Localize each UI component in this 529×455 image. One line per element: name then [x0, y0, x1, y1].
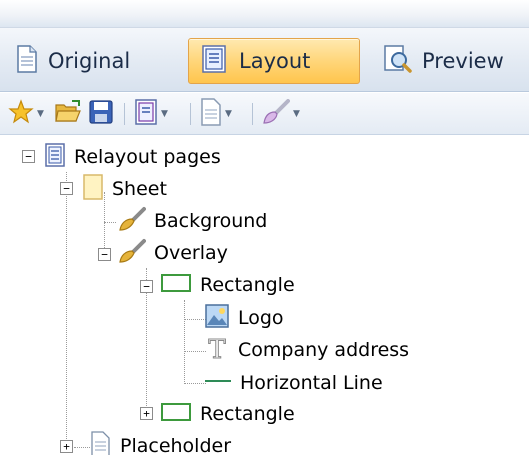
- tab-original[interactable]: Original: [4, 38, 172, 84]
- brush-icon: [118, 206, 146, 237]
- layout-icon: [201, 44, 229, 79]
- collapse-toggle[interactable]: −: [22, 150, 35, 163]
- page-layout-dropdown-icon[interactable]: ▼: [161, 109, 168, 119]
- favorites-dropdown-icon[interactable]: ▼: [37, 109, 44, 119]
- expand-toggle[interactable]: +: [60, 440, 73, 453]
- line-icon: [204, 371, 232, 396]
- tree-node-label: Rectangle: [200, 274, 295, 296]
- tree-node-relayout-pages[interactable]: Relayout pages: [44, 141, 221, 173]
- page-icon: [90, 430, 112, 455]
- text-icon: T: [204, 334, 230, 367]
- brush-dropdown-icon[interactable]: ▼: [293, 109, 300, 119]
- tree-connector: [184, 383, 206, 384]
- star-icon: [8, 99, 34, 129]
- expand-toggle[interactable]: +: [140, 407, 153, 420]
- tree-node-overlay[interactable]: Overlay: [118, 237, 228, 269]
- toolbar: ▼ ▼ ▼ ▼: [0, 93, 529, 135]
- toolbar-separator: [252, 103, 253, 125]
- top-strip: [0, 0, 529, 28]
- favorites-button[interactable]: ▼: [8, 99, 44, 129]
- open-button[interactable]: [54, 99, 82, 129]
- save-button[interactable]: [88, 99, 114, 129]
- tab-preview[interactable]: Preview: [370, 38, 520, 84]
- tree-connector: [66, 172, 67, 447]
- tab-layout-label: Layout: [239, 49, 311, 73]
- rectangle-icon: [160, 401, 192, 428]
- toolbar-separator: [124, 103, 125, 125]
- tree-node-label: Logo: [238, 307, 284, 329]
- collapse-toggle[interactable]: −: [98, 248, 111, 261]
- svg-text:T: T: [208, 335, 226, 362]
- rectangle-icon: [160, 272, 192, 299]
- tree-node-sheet[interactable]: Sheet: [82, 173, 167, 205]
- tree-node-rectangle[interactable]: Rectangle: [160, 398, 295, 430]
- document-icon: [16, 44, 38, 78]
- sheet-icon: [82, 173, 104, 206]
- view-tabs-bar: Original Layout Preview: [0, 28, 529, 92]
- page-layout-button[interactable]: ▼: [134, 99, 168, 129]
- tree-node-rectangle[interactable]: Rectangle: [160, 269, 295, 301]
- tree-node-background[interactable]: Background: [118, 205, 267, 237]
- page-layout-icon: [134, 98, 158, 130]
- page-button[interactable]: ▼: [200, 98, 232, 130]
- layout-page-icon: [44, 142, 66, 173]
- tree-node-placeholder[interactable]: Placeholder: [90, 430, 231, 455]
- open-folder-icon: [54, 99, 82, 129]
- tree-node-label: Background: [154, 210, 268, 232]
- tab-layout[interactable]: Layout: [188, 38, 360, 84]
- tree-connector: [184, 300, 185, 384]
- tree-node-label: Relayout pages: [74, 146, 221, 168]
- tree-connector: [184, 319, 206, 320]
- layout-tree: − − − − + + Relayout pages Sheet Backgro…: [0, 136, 529, 455]
- save-icon: [88, 99, 114, 129]
- page-icon: [200, 98, 222, 130]
- tree-node-company-address[interactable]: T Company address: [204, 334, 409, 366]
- collapse-toggle[interactable]: −: [140, 280, 153, 293]
- brush-icon: [262, 99, 290, 129]
- tree-connector: [104, 222, 116, 223]
- tree-node-label: Company address: [238, 339, 410, 361]
- brush-icon: [118, 238, 146, 269]
- tree-node-label: Rectangle: [200, 403, 295, 425]
- tree-node-label: Horizontal Line: [240, 372, 383, 394]
- page-dropdown-icon[interactable]: ▼: [225, 109, 232, 119]
- tree-node-label: Sheet: [112, 178, 167, 200]
- brush-button[interactable]: ▼: [262, 99, 300, 129]
- collapse-toggle[interactable]: −: [60, 182, 73, 195]
- preview-icon: [382, 44, 412, 79]
- image-icon: [204, 303, 230, 334]
- tree-connector: [74, 447, 90, 448]
- tree-node-label: Overlay: [154, 242, 228, 264]
- tree-node-logo[interactable]: Logo: [204, 302, 284, 334]
- tree-node-label: Placeholder: [120, 435, 232, 455]
- tree-node-horizontal-line[interactable]: Horizontal Line: [204, 367, 383, 399]
- toolbar-separator: [190, 103, 191, 125]
- tab-preview-label: Preview: [422, 49, 504, 73]
- tree-connector: [184, 351, 206, 352]
- tab-original-label: Original: [48, 49, 131, 73]
